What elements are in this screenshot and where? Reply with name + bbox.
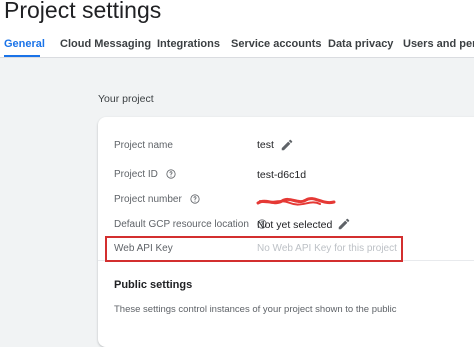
project-card: Project name test Project ID test-d6c1d … bbox=[98, 117, 474, 347]
public-settings-description: These settings control instances of your… bbox=[114, 304, 397, 315]
project-id-row: Project ID bbox=[114, 169, 176, 180]
public-settings-title: Public settings bbox=[114, 279, 193, 291]
tab-users-and-permissions[interactable]: Users and perm bbox=[403, 38, 474, 50]
tab-integrations[interactable]: Integrations bbox=[157, 38, 220, 50]
help-circle-icon[interactable] bbox=[166, 169, 176, 179]
gcp-location-label: Default GCP resource location bbox=[114, 219, 249, 230]
tab-general[interactable]: General bbox=[4, 38, 45, 50]
project-name-value: test bbox=[257, 139, 274, 151]
gcp-location-value: Not yet selected bbox=[257, 219, 333, 231]
project-id-value: test-d6c1d bbox=[257, 169, 307, 181]
pencil-icon[interactable] bbox=[280, 138, 294, 152]
web-api-key-highlight bbox=[105, 236, 403, 262]
redacted-project-number bbox=[256, 197, 336, 206]
pencil-icon[interactable] bbox=[337, 217, 351, 231]
tab-cloud-messaging[interactable]: Cloud Messaging bbox=[60, 38, 151, 50]
project-id-label: Project ID bbox=[114, 169, 158, 180]
project-number-label: Project number bbox=[114, 194, 182, 205]
page-header: Project settings General Cloud Messaging… bbox=[0, 0, 474, 58]
gcp-location-row: Default GCP resource location bbox=[114, 219, 267, 230]
tab-bar: General Cloud Messaging Integrations Ser… bbox=[0, 38, 474, 58]
section-title: Your project bbox=[98, 93, 154, 105]
project-name-label: Project name bbox=[114, 140, 173, 151]
tab-data-privacy[interactable]: Data privacy bbox=[328, 38, 393, 50]
project-number-row: Project number bbox=[114, 194, 200, 205]
tab-service-accounts[interactable]: Service accounts bbox=[231, 38, 322, 50]
help-circle-icon[interactable] bbox=[190, 194, 200, 204]
header-divider bbox=[0, 57, 474, 58]
page-title: Project settings bbox=[4, 0, 162, 23]
